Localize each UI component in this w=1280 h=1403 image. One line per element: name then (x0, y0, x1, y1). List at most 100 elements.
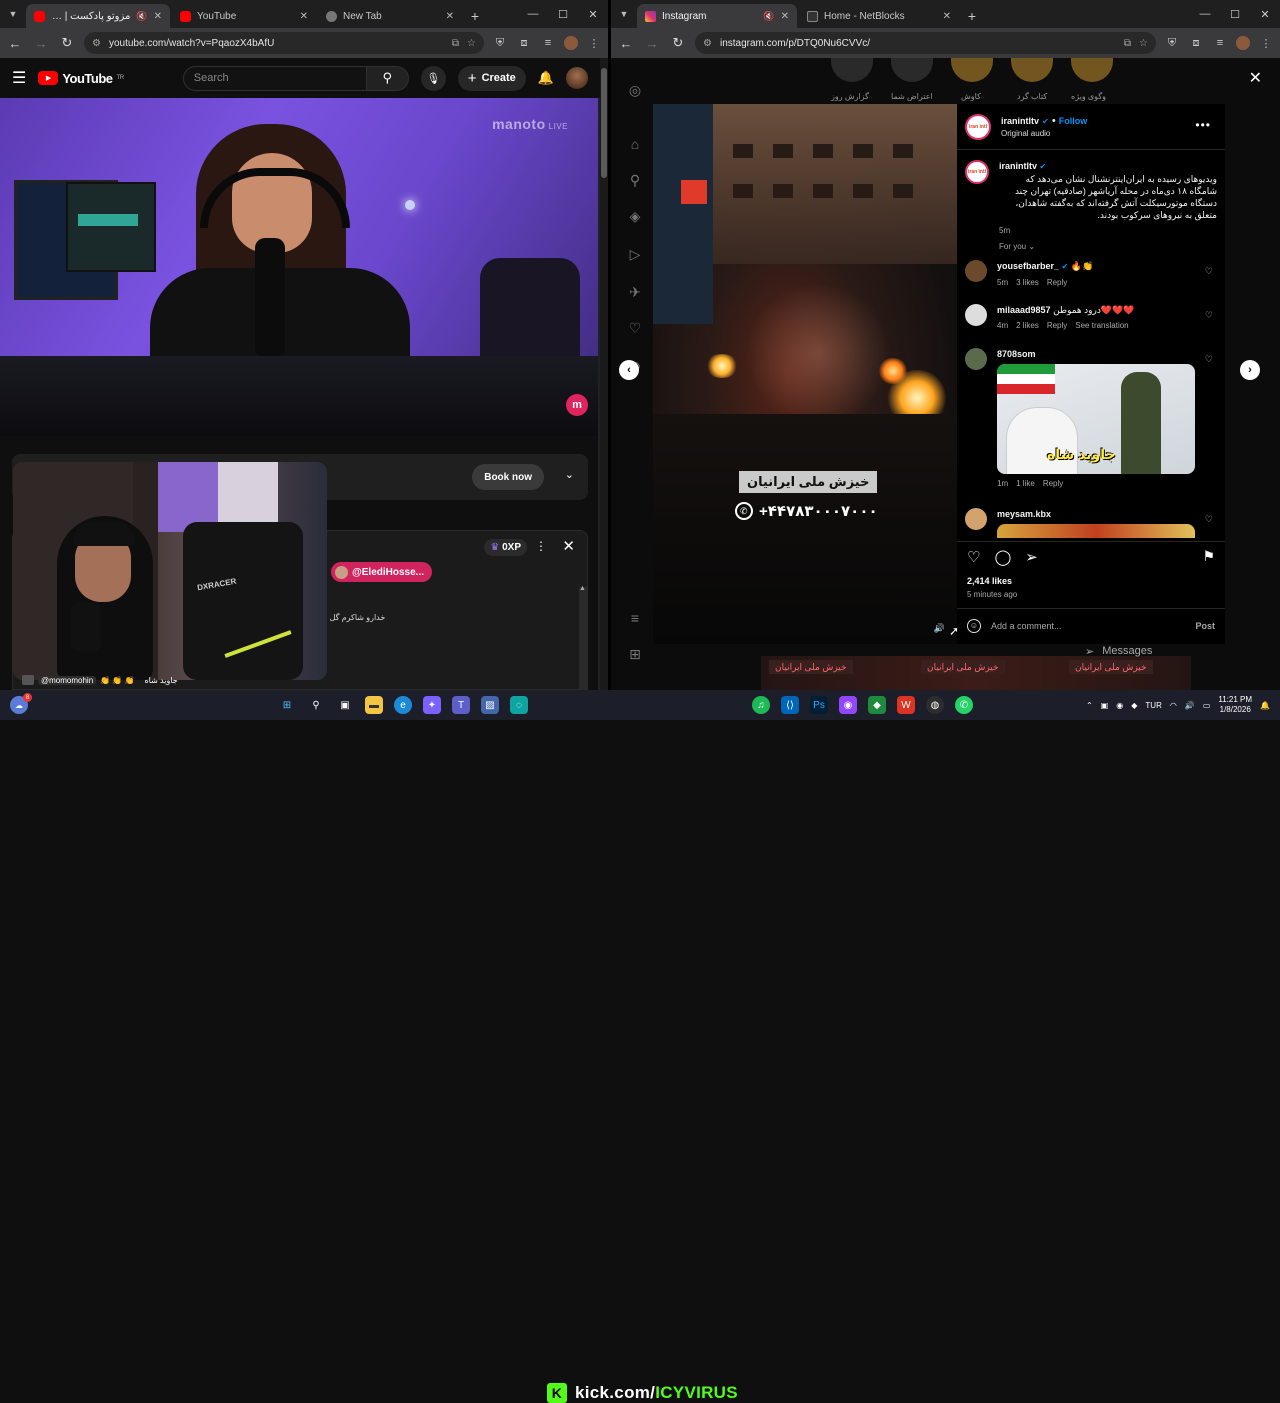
task-view-icon[interactable]: ▣ (336, 696, 354, 714)
previous-post-arrow-icon[interactable]: ‹ (619, 360, 639, 380)
chrome-icon[interactable]: ◍ (926, 696, 944, 714)
tray-app-icon[interactable]: ▣ (1101, 701, 1109, 710)
close-tab-icon[interactable]: ✕ (300, 11, 308, 22)
xp-badge[interactable]: ♛ 0XP (484, 539, 527, 556)
chat-mention-pill[interactable]: @ElediHosse... (331, 562, 432, 582)
tab-youtube[interactable]: YouTube ✕ (172, 4, 316, 28)
media-controls-icon[interactable]: ≡ (1212, 37, 1228, 49)
forward-arrow-icon[interactable]: → (32, 36, 50, 51)
muted-speaker-icon[interactable]: 🔇 (136, 11, 147, 22)
chat-scrollbar[interactable]: ▲ (579, 585, 587, 690)
instagram-logo-icon[interactable]: ◎ (625, 82, 645, 99)
voice-search-button[interactable]: 🎙 (420, 65, 446, 91)
language-indicator[interactable]: TUR (1145, 701, 1161, 710)
edge-icon[interactable]: e (394, 696, 412, 714)
address-bar[interactable]: ⚙ instagram.com/p/DTQ0Nu6CVVc/ ⧉ ☆ (695, 32, 1156, 54)
comment-sort[interactable]: For you ⌄ (999, 242, 1035, 251)
wifi-icon[interactable]: ◠ (1170, 701, 1177, 710)
browser-menu-icon[interactable]: ⋮ (1258, 37, 1274, 50)
like-comment-icon[interactable]: ♡ (1205, 310, 1213, 321)
new-tab-button[interactable]: + (961, 4, 983, 28)
app-icon[interactable]: W (897, 696, 915, 714)
tray-app-icon[interactable]: ◆ (1131, 701, 1137, 710)
avatar[interactable] (965, 508, 987, 530)
home-icon[interactable]: ⌂ (625, 136, 645, 152)
like-comment-icon[interactable]: ♡ (1205, 354, 1213, 365)
like-comment-icon[interactable]: ♡ (1205, 266, 1213, 277)
search-input[interactable]: Search (182, 65, 367, 91)
search-icon[interactable]: ⚲ (307, 696, 325, 714)
tray-app-icon[interactable]: ◉ (1116, 701, 1123, 710)
close-window-icon[interactable]: ✕ (1250, 8, 1280, 21)
minimize-icon[interactable]: — (518, 8, 548, 20)
youtube-logo[interactable]: ▶ YouTube TR (38, 71, 124, 86)
search-icon[interactable]: ⚲ (625, 172, 645, 189)
mute-toggle-icon[interactable]: 🔊 (934, 623, 945, 634)
obs-icon[interactable]: ◉ (839, 696, 857, 714)
install-app-icon[interactable]: ⧉ (452, 38, 459, 49)
browser-menu-icon[interactable]: ⋮ (586, 37, 602, 50)
messages-button[interactable]: ➢ Messages (1085, 638, 1195, 664)
author-avatar[interactable]: iran intl (965, 113, 991, 140)
share-icon[interactable]: ➢ (1025, 548, 1038, 566)
extensions-icon[interactable]: ⧈ (1188, 37, 1204, 50)
post-comment-button[interactable]: Post (1195, 621, 1215, 631)
scrollbar-thumb[interactable] (601, 68, 607, 178)
bookmark-icon[interactable]: ⚑ (1202, 548, 1215, 565)
photos-icon[interactable]: ▨ (481, 696, 499, 714)
chevron-down-icon[interactable]: ⌄ (565, 468, 574, 481)
close-chat-icon[interactable]: ✕ (562, 537, 575, 555)
scroll-up-icon[interactable]: ▲ (579, 585, 586, 592)
minimize-icon[interactable]: — (1190, 8, 1220, 20)
more-menu-icon[interactable]: ≡ (625, 610, 645, 626)
more-options-icon[interactable]: ••• (1195, 118, 1211, 132)
close-tab-icon[interactable]: ✕ (446, 11, 454, 22)
meta-apps-icon[interactable]: ⊞ (625, 646, 645, 663)
install-app-icon[interactable]: ⧉ (1124, 38, 1131, 49)
spotify-icon[interactable]: ♫ (752, 696, 770, 714)
maximize-icon[interactable]: ☐ (548, 8, 578, 21)
windows-start-icon[interactable]: ⊞ (278, 696, 296, 714)
teams-icon[interactable]: T (452, 696, 470, 714)
bookmark-star-icon[interactable]: ☆ (467, 38, 476, 49)
like-comment-icon[interactable]: ♡ (1205, 514, 1213, 525)
tab-manoto[interactable]: مزوتو پادکست | روز دوار 🔇 ✕ (26, 4, 170, 28)
new-tab-button[interactable]: + (464, 4, 486, 28)
gif-reply[interactable]: جاوید شاه (997, 364, 1195, 474)
book-now-button[interactable]: Book now (472, 464, 544, 490)
tab-search-icon[interactable]: ▼ (0, 0, 26, 28)
forward-arrow-icon[interactable]: → (643, 36, 661, 51)
profile-avatar[interactable] (1236, 36, 1250, 50)
heart-icon[interactable]: ♡ (625, 320, 645, 337)
back-arrow-icon[interactable]: ← (617, 36, 635, 51)
like-count[interactable]: 2,414 likes (967, 576, 1012, 586)
next-post-arrow-icon[interactable]: › (1240, 360, 1260, 380)
close-window-icon[interactable]: ✕ (578, 8, 608, 21)
comment-bubble-icon[interactable]: ◯ (994, 548, 1011, 566)
reload-icon[interactable]: ↻ (58, 35, 76, 51)
clock[interactable]: 11:21 PM 1/8/2026 (1218, 695, 1252, 715)
tab-new-tab[interactable]: New Tab ✕ (318, 4, 462, 28)
tray-chevron-icon[interactable]: ⌃ (1086, 701, 1093, 710)
like-heart-icon[interactable]: ♡ (967, 548, 980, 566)
notifications-icon[interactable]: 🔔 (1260, 701, 1270, 710)
explore-icon[interactable]: ◈ (625, 208, 645, 225)
address-bar[interactable]: ⚙ youtube.com/watch?v=PqaozX4bAfU ⧉ ☆ (84, 32, 484, 54)
channel-badge-icon[interactable]: m (566, 394, 588, 416)
file-explorer-icon[interactable]: ▬ (365, 696, 383, 714)
avatar[interactable] (965, 260, 987, 282)
muted-speaker-icon[interactable]: 🔇 (763, 11, 774, 22)
shield-extension-icon[interactable]: ⛨ (492, 37, 508, 50)
copilot-icon[interactable]: ✦ (423, 696, 441, 714)
direct-icon[interactable]: ✈ (625, 284, 645, 301)
avatar[interactable] (965, 304, 987, 326)
photoshop-icon[interactable]: Ps (810, 696, 828, 714)
close-modal-icon[interactable]: ✕ (1249, 68, 1262, 88)
battery-icon[interactable]: ▭ (1203, 701, 1211, 710)
add-comment-input[interactable]: Add a comment... (991, 621, 1062, 631)
user-avatar[interactable] (566, 67, 588, 89)
follow-button[interactable]: Follow (1059, 116, 1088, 126)
profile-avatar[interactable] (564, 36, 578, 50)
back-arrow-icon[interactable]: ← (6, 36, 24, 51)
page-scrollbar[interactable] (600, 58, 608, 690)
